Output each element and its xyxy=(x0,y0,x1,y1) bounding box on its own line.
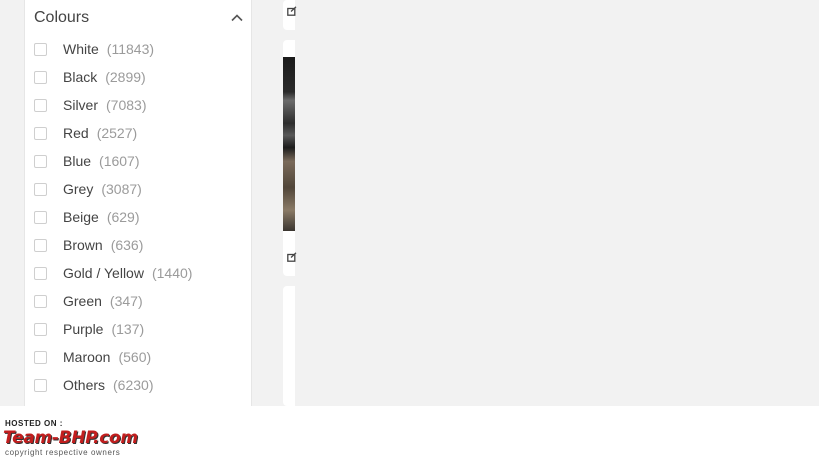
colour-option-list: White (11843) Black (2899) Silver (7083)… xyxy=(34,35,192,399)
option-label: Beige xyxy=(63,209,99,225)
option-count: (1607) xyxy=(99,153,140,169)
colour-option-blue[interactable]: Blue (1607) xyxy=(34,147,192,175)
option-count: (137) xyxy=(111,321,145,337)
colour-option-grey[interactable]: Grey (3087) xyxy=(34,175,192,203)
colour-option-maroon[interactable]: Maroon (560) xyxy=(34,343,192,371)
hosting-watermark: HOSTED ON : Team-BHP.com copyright respe… xyxy=(3,419,193,459)
chevron-up-icon[interactable] xyxy=(230,11,244,25)
option-label: Brown xyxy=(63,237,103,253)
option-count: (1440) xyxy=(151,265,193,281)
colour-option-black[interactable]: Black (2899) xyxy=(34,63,192,91)
option-label: White xyxy=(63,41,99,57)
car-photo[interactable] xyxy=(283,57,295,231)
option-label: Gold / Yellow xyxy=(63,265,144,281)
colour-option-others[interactable]: Others (6230) xyxy=(34,371,192,399)
option-label: Blue xyxy=(63,153,92,169)
option-label: Others xyxy=(63,377,106,393)
option-label: Silver xyxy=(63,97,99,113)
colour-option-brown[interactable]: Brown (636) xyxy=(34,231,192,259)
watermark-hosted-label: HOSTED ON : xyxy=(5,419,63,428)
option-count: (636) xyxy=(110,237,144,253)
colour-option-red[interactable]: Red (2527) xyxy=(34,119,192,147)
colour-option-gold-yellow[interactable]: Gold / Yellow (1440) xyxy=(34,259,192,287)
option-count: (2899) xyxy=(105,69,146,85)
colour-option-white[interactable]: White (11843) xyxy=(34,35,192,63)
option-label: Green xyxy=(63,293,102,309)
option-count: (7083) xyxy=(106,97,147,113)
checkbox[interactable] xyxy=(34,126,47,140)
option-label: Maroon xyxy=(63,349,111,365)
checkbox[interactable] xyxy=(34,154,47,168)
listing-card[interactable] xyxy=(283,40,297,276)
option-label: Purple xyxy=(63,321,104,337)
option-label: Red xyxy=(63,125,89,141)
share-icon[interactable] xyxy=(287,252,297,262)
listing-card[interactable] xyxy=(283,286,295,406)
checkbox[interactable] xyxy=(34,350,47,364)
option-count: (3087) xyxy=(101,181,142,197)
colour-option-green[interactable]: Green (347) xyxy=(34,287,192,315)
option-count: (11843) xyxy=(106,41,155,57)
colour-filter-panel: Colours White (11843) Black (2899) Silve… xyxy=(24,0,252,406)
checkbox[interactable] xyxy=(34,266,47,280)
option-count: (2527) xyxy=(96,125,138,141)
option-count: (6230) xyxy=(113,377,154,393)
checkbox[interactable] xyxy=(34,378,47,392)
option-count: (560) xyxy=(118,349,152,365)
listing-card[interactable] xyxy=(283,0,297,30)
checkbox[interactable] xyxy=(34,294,47,308)
colour-filter-header[interactable]: Colours xyxy=(34,7,244,31)
checkbox[interactable] xyxy=(34,322,47,336)
option-count: (629) xyxy=(106,209,140,225)
filter-title: Colours xyxy=(34,9,90,26)
listing-column xyxy=(283,0,297,406)
watermark-copyright: copyright respective owners xyxy=(5,448,121,457)
option-label: Black xyxy=(63,69,98,85)
share-icon[interactable] xyxy=(287,6,297,16)
checkbox[interactable] xyxy=(34,182,47,196)
colour-option-beige[interactable]: Beige (629) xyxy=(34,203,192,231)
colour-option-silver[interactable]: Silver (7083) xyxy=(34,91,192,119)
checkbox[interactable] xyxy=(34,98,47,112)
checkbox[interactable] xyxy=(34,42,47,56)
checkbox[interactable] xyxy=(34,70,47,84)
checkbox[interactable] xyxy=(34,210,47,224)
checkbox[interactable] xyxy=(34,238,47,252)
colour-option-purple[interactable]: Purple (137) xyxy=(34,315,192,343)
watermark-brand: Team-BHP.com xyxy=(3,428,138,448)
option-label: Grey xyxy=(63,181,94,197)
option-count: (347) xyxy=(109,293,143,309)
